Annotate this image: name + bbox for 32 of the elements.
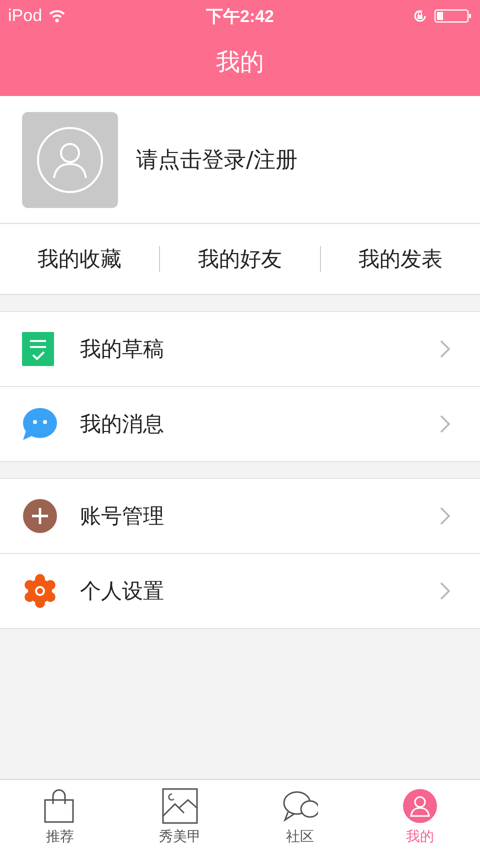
rotation-lock-icon [412, 8, 428, 24]
carrier-name: iPod [8, 6, 42, 26]
chevron-right-icon [440, 415, 450, 433]
user-icon [36, 126, 104, 194]
speech-bubble-icon [22, 406, 58, 442]
chevron-right-icon [440, 582, 450, 600]
menu-row[interactable]: 账号管理 [0, 479, 480, 554]
quick-link[interactable]: 我的发表 [320, 245, 480, 273]
quick-link[interactable]: 我的好友 [160, 245, 320, 273]
wifi-icon [48, 9, 66, 23]
menu-label: 个人设置 [80, 578, 165, 605]
tab-item[interactable]: 推荐 [0, 780, 120, 853]
user-icon [402, 788, 438, 824]
menu-label: 账号管理 [80, 503, 165, 530]
menu-label: 我的草稿 [80, 336, 165, 363]
chevron-right-icon [440, 507, 450, 525]
menu-row[interactable]: 我的草稿 [0, 312, 480, 387]
menu-row[interactable]: 我的消息 [0, 387, 480, 462]
plus-circle-icon [22, 498, 58, 534]
landscape-icon [162, 788, 198, 824]
status-time: 下午2:42 [206, 6, 274, 28]
avatar-placeholder[interactable] [22, 112, 118, 208]
menu-label: 我的消息 [80, 411, 165, 438]
battery-icon [434, 8, 472, 24]
tab-item[interactable]: 社区 [240, 780, 360, 853]
chevron-right-icon [440, 340, 450, 358]
tab-item[interactable]: 秀美甲 [120, 780, 240, 853]
page-title: 我的 [215, 47, 265, 78]
gear-icon [22, 574, 58, 608]
login-link[interactable]: 请点击登录/注册 [136, 144, 298, 174]
menu-row[interactable]: 个人设置 [0, 554, 480, 629]
quick-link[interactable]: 我的收藏 [0, 245, 160, 273]
